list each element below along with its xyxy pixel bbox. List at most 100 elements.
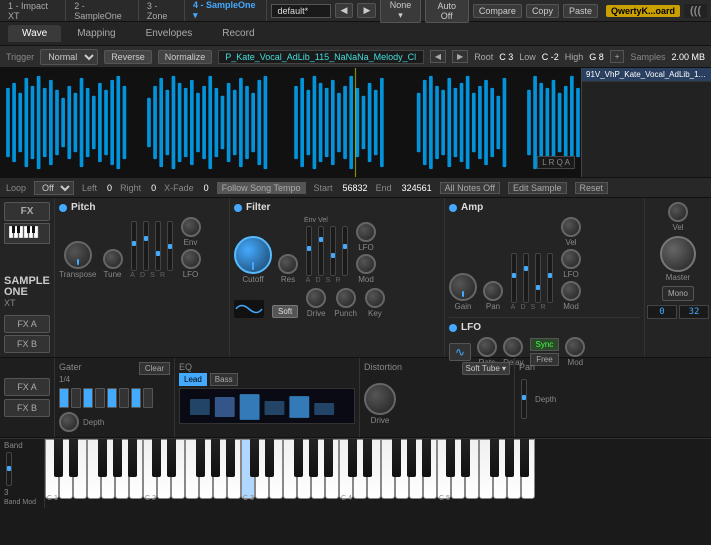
distortion-drive-knob[interactable] [364, 383, 396, 415]
paste-btn[interactable]: Paste [563, 4, 598, 18]
master-knob[interactable] [660, 236, 696, 272]
tune-knob[interactable] [103, 249, 123, 269]
amp-s-fader[interactable] [535, 253, 541, 303]
key-cs4[interactable] [348, 439, 357, 477]
res-knob[interactable] [278, 254, 298, 274]
key-fs4[interactable] [392, 439, 401, 477]
lfo-delay-knob[interactable] [503, 337, 523, 357]
amp-d-fader[interactable] [523, 253, 529, 303]
key-ds4[interactable] [363, 439, 372, 477]
key-cs1[interactable] [54, 439, 63, 477]
prev-preset-btn[interactable]: ◀ [335, 3, 354, 18]
key-cs5[interactable] [446, 439, 455, 477]
key-gs3[interactable] [309, 439, 318, 477]
copy-btn[interactable]: Copy [526, 4, 559, 18]
fx-button[interactable]: FX [4, 202, 50, 221]
sync-btn[interactable]: Sync [530, 338, 560, 351]
key-ds1[interactable] [69, 439, 78, 477]
key-as2[interactable] [226, 439, 235, 477]
key-gs1[interactable] [113, 439, 122, 477]
gater-step-4[interactable] [95, 388, 105, 408]
gater-step-3[interactable] [83, 388, 93, 408]
pitch-lfo-knob[interactable] [181, 249, 201, 269]
key-ds5[interactable] [461, 439, 470, 477]
filename-next-btn[interactable]: ▶ [452, 50, 468, 63]
amp-r-fader[interactable] [547, 253, 553, 303]
gater-depth-knob[interactable] [59, 412, 79, 432]
key-gs2[interactable] [211, 439, 220, 477]
fx-a-button[interactable]: FX A [4, 315, 50, 333]
gater-step-7[interactable] [131, 388, 141, 408]
punch-knob[interactable] [336, 288, 356, 308]
band-fader[interactable] [6, 452, 12, 486]
eq-lead-btn[interactable]: Lead [179, 373, 207, 386]
pitch-r-fader[interactable] [167, 221, 173, 271]
filter-s-fader[interactable] [330, 226, 336, 276]
key-gs5[interactable] [505, 439, 514, 477]
normalize-btn[interactable]: Normalize [158, 50, 213, 64]
pan-fx-fader[interactable] [521, 379, 527, 419]
tab-record[interactable]: Record [208, 25, 268, 42]
tab-envelopes[interactable]: Envelopes [132, 25, 207, 42]
key-gs4[interactable] [407, 439, 416, 477]
key-fs5[interactable] [490, 439, 499, 477]
filename-prev-btn[interactable]: ◀ [430, 50, 446, 63]
key-ds3[interactable] [265, 439, 274, 477]
loop-select[interactable]: Off [34, 181, 74, 195]
tab-wave[interactable]: Wave [8, 25, 61, 42]
lfo-mod-knob[interactable] [565, 337, 585, 357]
gater-step-8[interactable] [143, 388, 153, 408]
reverse-btn[interactable]: Reverse [104, 50, 152, 64]
key-fs1[interactable] [98, 439, 107, 477]
mini-keyboard-btn[interactable] [4, 223, 50, 244]
key-fs3[interactable] [294, 439, 303, 477]
edit-sample-btn[interactable]: Edit Sample [508, 182, 567, 194]
filter-mod-knob[interactable] [356, 254, 376, 274]
sample-list-item[interactable]: 91V_VhP_Kate_Vocal_AdLib_115_ [582, 68, 711, 82]
key-cs2[interactable] [152, 439, 161, 477]
transpose-knob[interactable] [64, 241, 92, 269]
key-knob[interactable] [365, 288, 385, 308]
pan-knob[interactable] [483, 281, 503, 301]
waveform-area[interactable]: 91V_VhP_Kate_Vocal_AdLib_115_ L R Q A [0, 68, 711, 178]
pitch-env-knob[interactable] [181, 217, 201, 237]
cutoff-knob[interactable] [234, 236, 272, 274]
gater-step-6[interactable] [119, 388, 129, 408]
soft-tube-select[interactable]: Soft Tube ▾ [462, 362, 510, 375]
soft-btn[interactable]: Soft [272, 305, 298, 318]
filter-lfo-knob[interactable] [356, 222, 376, 242]
autooff-btn[interactable]: Auto Off [425, 0, 469, 23]
gater-step-5[interactable] [107, 388, 117, 408]
next-preset-btn[interactable]: ▶ [357, 3, 376, 18]
key-as4[interactable] [422, 439, 431, 477]
gater-step-1[interactable] [59, 388, 69, 408]
gater-step-2[interactable] [71, 388, 81, 408]
reset-btn[interactable]: Reset [575, 182, 609, 194]
key-as5[interactable] [520, 439, 529, 477]
pitch-s-fader[interactable] [155, 221, 161, 271]
trigger-select[interactable]: Normal [40, 49, 98, 65]
lfo-rate-knob[interactable] [477, 337, 497, 357]
drive-knob[interactable] [306, 288, 326, 308]
mono-btn[interactable]: Mono [662, 286, 694, 301]
eq-bass-btn[interactable]: Bass [210, 373, 238, 386]
amp-lfo-knob[interactable] [561, 249, 581, 269]
key-as1[interactable] [128, 439, 137, 477]
key-ds2[interactable] [167, 439, 176, 477]
all-notes-off-btn[interactable]: All Notes Off [440, 182, 500, 194]
gater-clear-btn[interactable]: Clear [139, 362, 170, 375]
vel-knob[interactable] [668, 202, 688, 222]
filter-d-fader[interactable] [318, 226, 324, 276]
key-cs3[interactable] [250, 439, 259, 477]
fx-b-button[interactable]: FX B [4, 335, 50, 353]
none-select[interactable]: None ▾ [380, 0, 420, 23]
add-sample-btn[interactable]: + [610, 50, 625, 63]
filter-a-fader[interactable] [306, 226, 312, 276]
track-segment-4[interactable]: 4 - SampleOne ▾ [189, 0, 267, 21]
filter-r-fader[interactable] [342, 226, 348, 276]
fx-b-btn[interactable]: FX B [4, 399, 50, 417]
amp-a-fader[interactable] [511, 253, 517, 303]
key-fs2[interactable] [196, 439, 205, 477]
gain-knob[interactable] [449, 273, 477, 301]
key-as3[interactable] [324, 439, 333, 477]
